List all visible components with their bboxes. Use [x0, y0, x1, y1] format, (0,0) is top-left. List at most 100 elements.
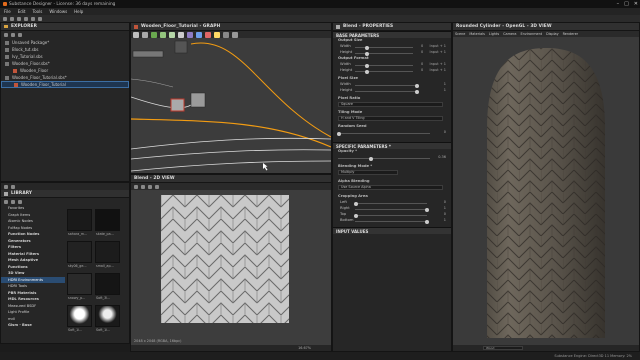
graph-canvas[interactable]: [131, 39, 331, 174]
menu-renderer[interactable]: Renderer: [563, 32, 578, 36]
slider-knob[interactable]: [354, 213, 358, 218]
open-icon[interactable]: [10, 16, 14, 21]
alpha-blending-dropdown[interactable]: Use Source Alpha: [338, 185, 443, 190]
tiling-mode-dropdown[interactable]: H and V Tiling: [338, 116, 443, 121]
input-values-header[interactable]: INPUT VALUES: [333, 227, 451, 234]
menu-scene[interactable]: Scene: [455, 32, 465, 36]
height-slider[interactable]: [355, 69, 413, 74]
slider-knob[interactable]: [354, 201, 358, 206]
menu-file[interactable]: File: [4, 9, 11, 14]
base-parameters-header[interactable]: BASE PARAMETERS: [333, 31, 451, 38]
search-icon[interactable]: [11, 184, 15, 189]
hdri-thumbnail[interactable]: [67, 241, 92, 263]
node-uniform-icon[interactable]: [133, 31, 139, 38]
height-slider[interactable]: [355, 51, 413, 56]
tree-item-selected[interactable]: Wooden_Floor_Tutorial: [1, 81, 129, 88]
view-grid-icon[interactable]: [18, 199, 22, 204]
node-text-icon[interactable]: [223, 31, 229, 38]
tiling-icon[interactable]: [148, 184, 152, 189]
hdri-thumbnail[interactable]: [67, 273, 92, 295]
search-icon[interactable]: [4, 199, 8, 204]
menu-tools[interactable]: Tools: [32, 9, 42, 14]
slider-knob[interactable]: [365, 51, 369, 56]
graph-node-top[interactable]: [132, 50, 164, 58]
fit-icon[interactable]: [141, 184, 145, 189]
minimize-button[interactable]: –: [617, 1, 620, 7]
hdri-thumbnail[interactable]: [95, 209, 120, 231]
node-transform-icon[interactable]: [169, 31, 175, 38]
node-levels-icon[interactable]: [151, 31, 157, 38]
specific-parameters-header[interactable]: SPECIFIC PARAMETERS *: [333, 142, 451, 149]
slider-knob[interactable]: [337, 131, 341, 136]
slider-knob[interactable]: [365, 45, 369, 50]
width-slider[interactable]: [355, 63, 413, 68]
node-blur-icon[interactable]: [160, 31, 166, 38]
new-package-icon[interactable]: [4, 32, 8, 37]
menu-display[interactable]: Display: [546, 32, 559, 36]
crop-left-slider[interactable]: [354, 201, 427, 206]
maximize-button[interactable]: □: [624, 1, 629, 7]
close-button[interactable]: ✕: [634, 1, 638, 7]
slider-knob[interactable]: [425, 207, 429, 212]
graph-node-texture[interactable]: [190, 92, 206, 108]
slider-knob[interactable]: [415, 83, 419, 88]
menu-edit[interactable]: Edit: [18, 9, 26, 14]
node-hsl-icon[interactable]: [205, 31, 211, 38]
menu-environment[interactable]: Environment: [520, 32, 542, 36]
hdri-thumbnail[interactable]: [67, 305, 92, 327]
tree-item[interactable]: Wooden_Floor_Tutorial.sbs*: [1, 74, 129, 81]
crop-right-slider[interactable]: [355, 207, 429, 212]
menu-windows[interactable]: Windows: [49, 9, 67, 14]
pixel-ratio-dropdown[interactable]: Square: [338, 102, 443, 107]
library-item[interactable]: Glsm - Base: [1, 322, 65, 329]
save-all-icon[interactable]: [24, 16, 28, 21]
node-normal-icon[interactable]: [196, 31, 202, 38]
blending-mode-dropdown[interactable]: Multiply: [338, 170, 398, 175]
node-warp-icon[interactable]: [187, 31, 193, 38]
slider-knob[interactable]: [415, 89, 419, 94]
tree-item[interactable]: Unsaved Package*: [1, 39, 129, 46]
node-blend-icon[interactable]: [142, 31, 148, 38]
filter-icon[interactable]: [4, 184, 8, 189]
crop-top-slider[interactable]: [354, 213, 427, 218]
node-curve-icon[interactable]: [214, 31, 220, 38]
hdri-thumbnail[interactable]: [95, 241, 120, 263]
new-icon[interactable]: [3, 16, 7, 21]
save-package-icon[interactable]: [18, 32, 22, 37]
material-dropdown[interactable]: Wood: [483, 346, 523, 350]
save-icon[interactable]: [17, 16, 21, 21]
hdri-thumbnail[interactable]: [95, 305, 120, 327]
menu-materials[interactable]: Materials: [469, 32, 485, 36]
pixel-width-slider[interactable]: [355, 83, 419, 88]
tree-item[interactable]: Block_tut.sbs: [1, 46, 129, 53]
open-package-icon[interactable]: [11, 32, 15, 37]
menu-camera[interactable]: Camera: [503, 32, 516, 36]
hdri-thumbnail[interactable]: [67, 209, 92, 231]
slider-knob[interactable]: [369, 156, 374, 161]
export-icon[interactable]: [155, 184, 159, 189]
slider-knob[interactable]: [365, 63, 369, 68]
pixel-height-slider[interactable]: [355, 89, 419, 94]
redo-icon[interactable]: [38, 16, 42, 21]
tree-item[interactable]: Wooden_Floor: [1, 67, 129, 74]
node-fxmap-icon[interactable]: [232, 31, 238, 38]
menu-lights[interactable]: Lights: [489, 32, 499, 36]
viewport-3d[interactable]: [453, 38, 639, 346]
slider-knob[interactable]: [365, 69, 369, 74]
width-slider[interactable]: [355, 45, 413, 50]
graph-node-blend[interactable]: [170, 98, 185, 112]
texture-preview[interactable]: [161, 195, 289, 323]
graph-node-small[interactable]: [174, 40, 188, 54]
undo-icon[interactable]: [31, 16, 35, 21]
tree-item[interactable]: Wooden_Floor.sbs*: [1, 60, 129, 67]
channel-icon[interactable]: [134, 184, 138, 189]
menu-help[interactable]: Help: [74, 9, 83, 14]
hdri-thumbnail[interactable]: [95, 273, 120, 295]
slider-knob[interactable]: [425, 219, 429, 224]
opacity-slider[interactable]: [338, 156, 430, 161]
crop-bottom-slider[interactable]: [355, 219, 429, 224]
view-list-icon[interactable]: [11, 199, 15, 204]
tree-item[interactable]: Ivy_Tutorial.sbs: [1, 53, 129, 60]
random-seed-slider[interactable]: [337, 131, 430, 136]
node-gradient-icon[interactable]: [178, 31, 184, 38]
